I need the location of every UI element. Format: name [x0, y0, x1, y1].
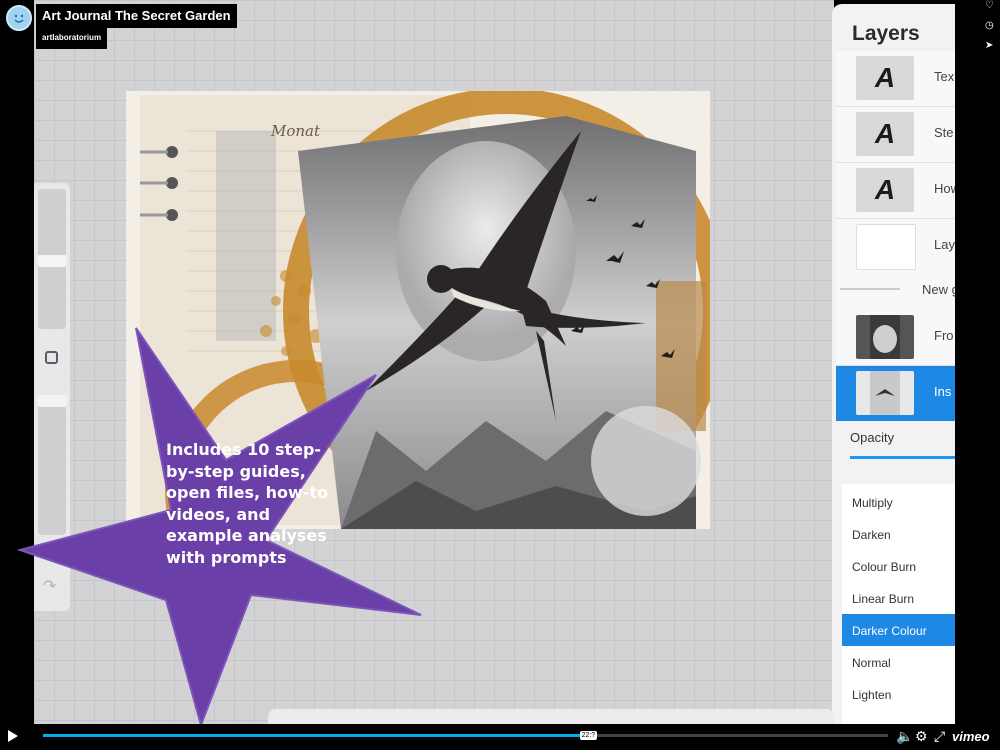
layer-row-selected[interactable]: Ins	[836, 366, 956, 421]
layer-row[interactable]: Lay	[836, 219, 956, 275]
play-icon[interactable]	[8, 730, 18, 742]
blend-mode-item[interactable]: Colour Burn	[842, 550, 956, 582]
blank-layer-thumb	[856, 224, 916, 270]
text-layer-icon: A	[874, 62, 896, 93]
progress-fill	[43, 734, 584, 737]
gear-icon[interactable]: ⚙	[915, 728, 928, 745]
layers-title: Layers	[852, 22, 920, 45]
time-tooltip: 22:?	[579, 731, 598, 740]
text-layer-thumb: A	[856, 168, 914, 212]
vimeo-logo[interactable]: vimeo	[952, 729, 990, 744]
layer-name: Ste	[934, 125, 954, 140]
layer-name: Fro	[934, 328, 954, 343]
text-layer-icon: A	[874, 174, 896, 205]
send-icon[interactable]: ➤	[985, 40, 993, 51]
opacity-label[interactable]: Opacity	[850, 430, 894, 445]
cloud-thumb-icon	[870, 315, 900, 359]
blend-mode-item[interactable]: Lighten	[842, 678, 956, 710]
image-layer-thumb	[856, 371, 914, 415]
swallow-thumb-icon	[870, 371, 900, 415]
video-side-rail: ♡ ◷ ➤	[955, 0, 1000, 750]
blend-mode-list[interactable]: Multiply Darken Colour Burn Linear Burn …	[842, 484, 956, 724]
bottom-panel-peek	[268, 709, 834, 725]
svg-text:Monat: Monat	[270, 122, 321, 140]
layers-panel: Layers A Tex A Ste A How Lay New g Fro I…	[832, 4, 956, 724]
volume-icon[interactable]: 🔈	[896, 728, 913, 745]
text-layer-icon: A	[874, 118, 896, 149]
video-author-box[interactable]: artlaboratorium	[36, 25, 108, 49]
clock-icon[interactable]: ◷	[985, 20, 994, 31]
image-layer-thumb	[856, 315, 914, 359]
layer-group-row[interactable]: New g	[836, 272, 956, 311]
brush-size-handle[interactable]	[37, 255, 67, 267]
blend-mode-item[interactable]: Darken	[842, 518, 956, 550]
video-author[interactable]: artlaboratorium	[42, 33, 101, 42]
blend-mode-item[interactable]: Linear Burn	[842, 582, 956, 614]
channel-avatar[interactable]	[6, 5, 32, 31]
layer-name: New g	[922, 282, 956, 297]
layer-name: Ins	[934, 384, 952, 399]
layer-row[interactable]: Fro	[836, 310, 956, 366]
blend-mode-item[interactable]: Multiply	[842, 486, 956, 518]
layer-name: Tex	[934, 69, 955, 84]
heart-icon[interactable]: ♡	[985, 0, 994, 11]
blend-mode-item[interactable]: Normal	[842, 646, 956, 678]
opacity-indicator[interactable]	[850, 456, 956, 459]
promo-callout-text: Includes 10 step-by-step guides, open fi…	[166, 440, 329, 567]
text-layer-thumb: A	[856, 112, 914, 156]
layer-row[interactable]: A Tex	[836, 51, 956, 107]
layer-name: Lay	[934, 237, 955, 252]
group-divider	[840, 288, 900, 290]
progress-track[interactable]: 22:?	[43, 731, 888, 740]
layer-row[interactable]: A How	[836, 163, 956, 219]
layer-row[interactable]: A Ste	[836, 107, 956, 163]
text-layer-thumb: A	[856, 56, 914, 100]
video-title[interactable]: Art Journal The Secret Garden	[42, 8, 231, 23]
video-player-bar: 22:? 🔈 ⚙ ⤢ vimeo	[0, 724, 1000, 750]
smile-icon	[14, 14, 24, 23]
layer-name: How	[934, 181, 956, 196]
blend-mode-item-selected[interactable]: Darker Colour	[842, 614, 956, 646]
fullscreen-icon[interactable]: ⤢	[934, 728, 945, 745]
